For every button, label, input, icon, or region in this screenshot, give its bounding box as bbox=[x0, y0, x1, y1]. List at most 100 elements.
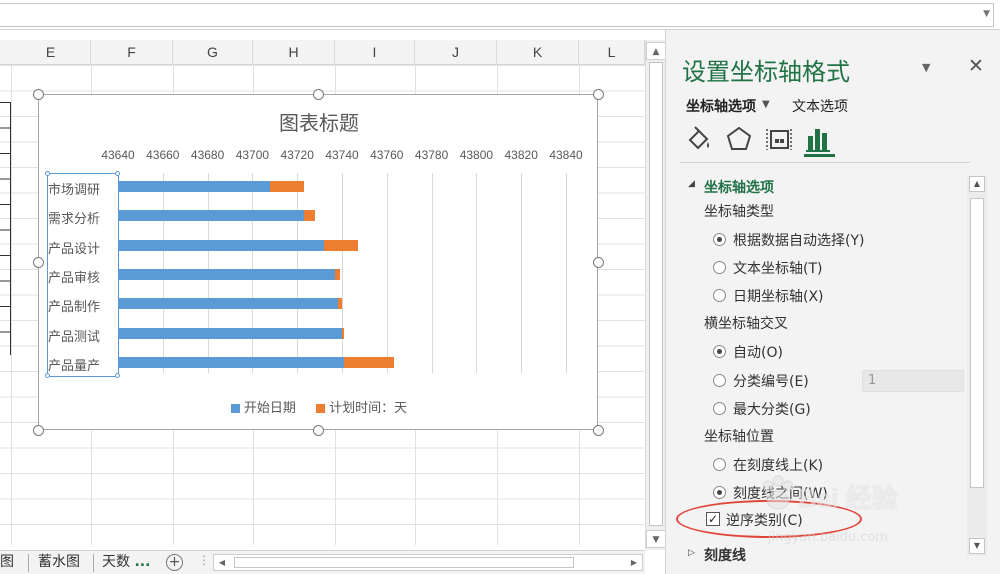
sheet-tab-3[interactable]: 天数 ... bbox=[102, 551, 150, 574]
axis-selection-handle[interactable] bbox=[45, 171, 50, 176]
tab-axis-options[interactable]: 坐标轴选项 bbox=[686, 96, 756, 116]
category-number-input[interactable]: 1 bbox=[862, 370, 964, 392]
bar-start-date[interactable] bbox=[118, 239, 325, 251]
tab-separator bbox=[28, 554, 29, 572]
gridline bbox=[386, 173, 388, 373]
radio-date-axis[interactable] bbox=[713, 289, 726, 302]
column-header-g[interactable]: G bbox=[173, 40, 253, 65]
radio-label[interactable]: 最大分类(G) bbox=[733, 399, 811, 419]
radio-label[interactable]: 分类编号(E) bbox=[733, 371, 809, 391]
bar-start-date[interactable] bbox=[118, 298, 338, 310]
collapse-triangle-icon[interactable]: ◢ bbox=[688, 179, 695, 189]
grid-line bbox=[11, 65, 12, 545]
radio-text-axis[interactable] bbox=[713, 261, 726, 274]
column-header-j[interactable]: J bbox=[415, 40, 497, 65]
pane-options-icon[interactable]: ▼ bbox=[922, 61, 930, 74]
chevron-down-icon[interactable]: ▼ bbox=[762, 99, 770, 110]
chart-title[interactable]: 图表标题 bbox=[39, 107, 599, 136]
chart-resize-handle[interactable] bbox=[313, 89, 324, 100]
bar-plan-days[interactable] bbox=[270, 181, 304, 192]
legend-item-plan-days[interactable]: 计划时间：天 bbox=[316, 397, 407, 416]
section-axis-options[interactable]: 坐标轴选项 bbox=[704, 177, 774, 197]
splitter-handle-icon[interactable]: ⋮ bbox=[198, 553, 210, 567]
formula-input[interactable] bbox=[0, 3, 994, 27]
category-label: 产品制作 bbox=[48, 300, 101, 316]
column-header-i[interactable]: I bbox=[335, 40, 415, 65]
bar-plan-days[interactable] bbox=[303, 210, 316, 222]
chart-legend[interactable]: 开始日期 计划时间：天 bbox=[39, 397, 599, 416]
gridline bbox=[431, 173, 433, 373]
bar-start-date[interactable] bbox=[118, 210, 304, 222]
sheet-horizontal-scrollbar[interactable]: ◀ ▶ bbox=[213, 554, 643, 571]
radio-label[interactable]: 根据数据自动选择(Y) bbox=[733, 230, 864, 250]
bar-start-date[interactable] bbox=[118, 356, 345, 368]
bar-start-date[interactable] bbox=[118, 268, 336, 280]
radio-on-tick-marks[interactable] bbox=[713, 458, 726, 471]
scroll-thumb[interactable] bbox=[970, 198, 984, 488]
legend-swatch-orange bbox=[316, 404, 326, 413]
chart-area[interactable]: 图表标题 43640 43660 43680 43700 43720 43740 43760… bbox=[38, 94, 598, 430]
expand-triangle-icon[interactable]: ▷ bbox=[688, 548, 695, 558]
bar-start-date[interactable] bbox=[118, 181, 271, 192]
watermark-brand: Bai 经验 bbox=[798, 483, 898, 513]
section-tick-marks[interactable]: 刻度线 bbox=[704, 545, 746, 565]
scroll-right-arrow-icon[interactable]: ▶ bbox=[626, 555, 642, 570]
pane-scrollbar[interactable]: ▲ ▼ bbox=[967, 176, 987, 556]
scroll-down-arrow-icon[interactable]: ▼ bbox=[646, 530, 666, 548]
bar-start-date[interactable] bbox=[118, 327, 342, 339]
chart-resize-handle[interactable] bbox=[593, 89, 604, 100]
axis-options-bar-icon[interactable] bbox=[804, 124, 834, 154]
scroll-thumb[interactable] bbox=[234, 557, 574, 568]
column-header-h[interactable]: H bbox=[253, 40, 335, 65]
sheet-tab-1[interactable]: 图 bbox=[0, 551, 14, 574]
column-header-k[interactable]: K bbox=[497, 40, 579, 65]
radio-auto-select[interactable] bbox=[713, 233, 726, 246]
add-sheet-icon[interactable]: + bbox=[166, 554, 183, 571]
effects-pentagon-icon[interactable] bbox=[724, 124, 754, 154]
axis-selection-handle[interactable] bbox=[115, 171, 120, 176]
sheet-vertical-scrollbar[interactable]: ▲ ▼ bbox=[645, 40, 666, 550]
excel-window: ▼ E F G H I J K L ▲ ▼ 图表标题 43640 43660 436… bbox=[0, 0, 1000, 574]
tab-text-options[interactable]: 文本选项 bbox=[792, 96, 848, 116]
chart-resize-handle[interactable] bbox=[593, 425, 604, 436]
legend-label: 开始日期 bbox=[243, 401, 296, 416]
chart-resize-handle[interactable] bbox=[33, 425, 44, 436]
scroll-down-arrow-icon[interactable]: ▼ bbox=[969, 538, 985, 554]
chart-resize-handle[interactable] bbox=[313, 425, 324, 436]
bar-plan-days[interactable] bbox=[324, 239, 358, 251]
scroll-up-arrow-icon[interactable]: ▲ bbox=[969, 176, 985, 192]
column-header-f[interactable]: F bbox=[91, 40, 173, 65]
radio-label[interactable]: 日期坐标轴(X) bbox=[733, 286, 824, 306]
gridline bbox=[476, 173, 478, 373]
scroll-up-arrow-icon[interactable]: ▲ bbox=[646, 42, 666, 60]
size-properties-icon[interactable] bbox=[764, 124, 794, 154]
radio-cross-category-number[interactable] bbox=[713, 374, 726, 387]
scroll-thumb[interactable] bbox=[649, 62, 663, 526]
radio-cross-auto[interactable] bbox=[713, 345, 726, 358]
bar-plan-days[interactable] bbox=[337, 298, 342, 310]
radio-cross-max[interactable] bbox=[713, 402, 726, 415]
category-label: 产品测试 bbox=[48, 329, 101, 345]
chart-resize-handle[interactable] bbox=[593, 257, 604, 268]
close-icon[interactable]: ✕ bbox=[968, 55, 984, 77]
position-label: 坐标轴位置 bbox=[704, 429, 774, 445]
legend-item-start-date[interactable]: 开始日期 bbox=[230, 397, 296, 416]
radio-label[interactable]: 文本坐标轴(T) bbox=[733, 258, 822, 278]
scroll-left-arrow-icon[interactable]: ◀ bbox=[214, 555, 230, 570]
radio-between-tick-marks[interactable] bbox=[713, 486, 726, 499]
chart-resize-handle[interactable] bbox=[33, 89, 44, 100]
column-header-l[interactable]: L bbox=[579, 40, 645, 65]
sheet-tab-2[interactable]: 蓄水图 bbox=[38, 551, 80, 574]
column-header-e[interactable]: E bbox=[11, 40, 91, 65]
bar-plan-days[interactable] bbox=[344, 356, 394, 368]
chart-resize-handle[interactable] bbox=[33, 257, 44, 268]
bar-plan-days[interactable] bbox=[335, 268, 340, 280]
category-label: 需求分析 bbox=[48, 212, 101, 228]
formula-bar: ▼ bbox=[0, 0, 1000, 30]
expand-formula-bar-icon[interactable]: ▼ bbox=[983, 9, 990, 19]
more-tabs-dots[interactable]: ... bbox=[134, 554, 150, 570]
radio-label[interactable]: 自动(O) bbox=[733, 342, 783, 362]
bar-plan-days[interactable] bbox=[342, 327, 345, 339]
category-label: 产品审核 bbox=[48, 270, 101, 286]
fill-line-icon[interactable] bbox=[684, 124, 714, 154]
